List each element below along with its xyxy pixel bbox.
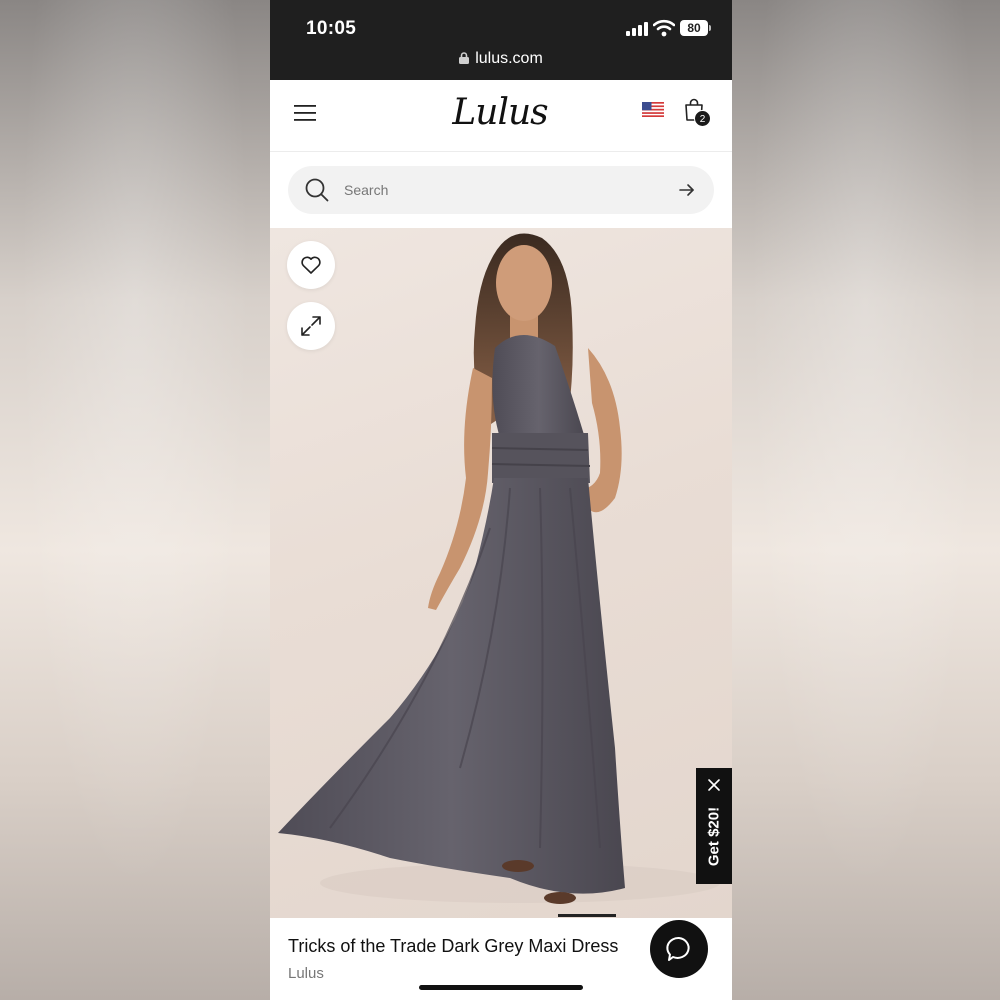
home-indicator[interactable] <box>419 985 583 990</box>
product-photo <box>278 233 720 904</box>
site-header: Lulus 2 <box>270 80 732 152</box>
search-section <box>270 152 732 228</box>
phone-screen: 10:05 80 lulus.com Lulus 2 Search Get $2… <box>270 0 732 1000</box>
cart-count-badge[interactable]: 2 <box>694 110 711 127</box>
expand-icon <box>301 316 321 336</box>
backdrop-left <box>0 0 270 1000</box>
close-icon[interactable] <box>707 778 721 792</box>
lock-icon <box>459 52 470 64</box>
search-bar[interactable] <box>288 166 714 214</box>
us-flag-icon[interactable] <box>642 102 664 117</box>
promo-label[interactable]: Get $20! <box>706 797 723 877</box>
battery-tip <box>709 25 711 31</box>
battery-indicator: 80 <box>680 20 708 36</box>
status-time: 10:05 <box>306 18 357 39</box>
product-info: Tricks of the Trade Dark Grey Maxi Dress… <box>270 918 732 1000</box>
address-bar[interactable]: lulus.com <box>270 50 732 68</box>
wishlist-button[interactable] <box>287 241 335 289</box>
image-carousel-indicator <box>558 914 616 917</box>
heart-icon <box>301 256 321 274</box>
status-bar: 10:05 80 lulus.com <box>270 0 732 80</box>
expand-image-button[interactable] <box>287 302 335 350</box>
promo-tab[interactable]: Get $20! <box>696 768 732 884</box>
arrow-right-icon[interactable] <box>678 182 696 198</box>
hamburger-menu-icon[interactable] <box>294 104 316 122</box>
product-brand[interactable]: Lulus <box>288 965 324 982</box>
search-icon[interactable] <box>304 177 330 203</box>
search-input[interactable] <box>344 174 664 206</box>
product-title: Tricks of the Trade Dark Grey Maxi Dress <box>288 936 619 956</box>
cellular-signal-icon <box>626 22 648 36</box>
backdrop-right <box>730 0 1000 1000</box>
wifi-icon <box>653 19 675 37</box>
chat-button[interactable] <box>650 920 708 978</box>
url-text: lulus.com <box>475 50 543 67</box>
site-logo[interactable]: Lulus <box>450 92 550 136</box>
chat-icon <box>666 937 690 961</box>
product-image[interactable]: Get $20! <box>270 228 732 918</box>
